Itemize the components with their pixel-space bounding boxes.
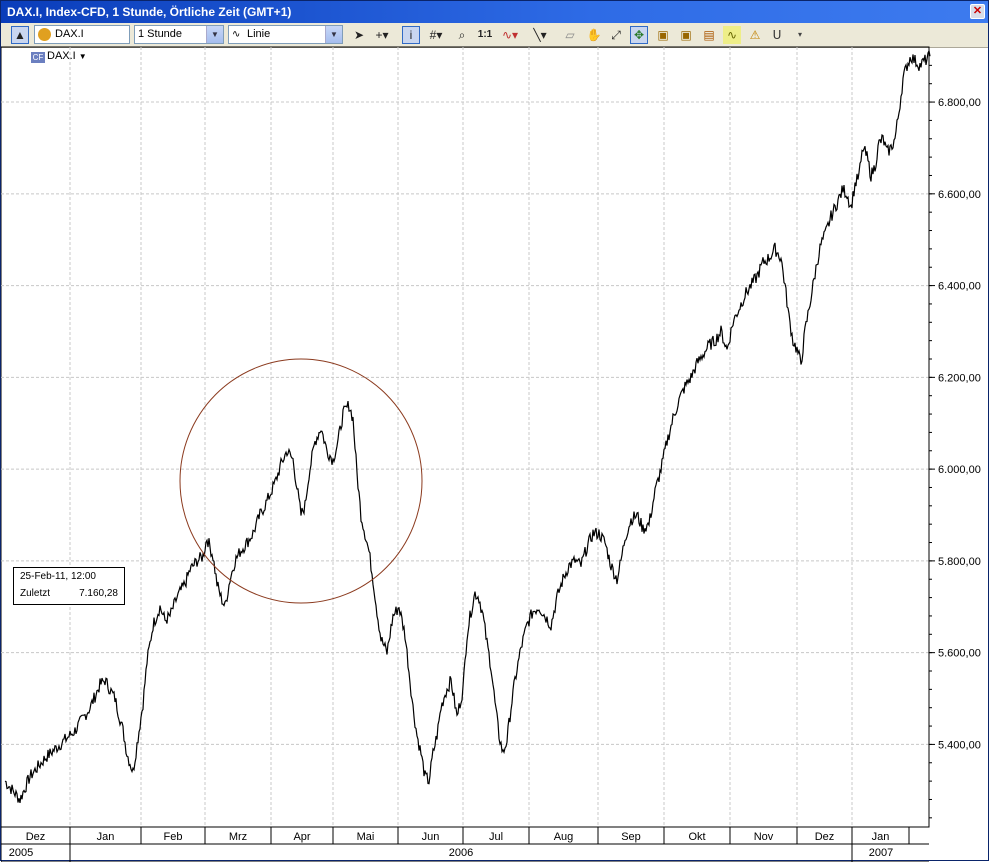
x-tick-label: Apr bbox=[293, 831, 310, 843]
x-tick-label: Mrz bbox=[229, 831, 247, 843]
x-tick-label: Dez bbox=[815, 831, 835, 843]
x-tick-label: Sep bbox=[621, 831, 641, 843]
y-tick-label: 6.600,00 bbox=[938, 189, 981, 201]
plot-area bbox=[1, 46, 930, 828]
x-tick-label: Mai bbox=[357, 831, 375, 843]
year-label: 2007 bbox=[869, 847, 893, 859]
x-tick-label: Jan bbox=[97, 831, 115, 843]
chart-window: DAX.I, Index-CFD, 1 Stunde, Örtliche Zei… bbox=[0, 0, 989, 862]
y-tick-label: 5.800,00 bbox=[938, 556, 981, 568]
year-label: 2005 bbox=[9, 847, 33, 859]
tooltip-label: Zuletzt bbox=[20, 588, 51, 599]
y-tick-label: 6.200,00 bbox=[938, 372, 981, 384]
tooltip-value: 7.160,28 bbox=[79, 588, 118, 599]
tooltip-date: 25-Feb-11, 12:00 bbox=[20, 571, 96, 582]
year-label: 2006 bbox=[449, 847, 473, 859]
annotation-circle[interactable] bbox=[179, 358, 423, 604]
x-tick-label: Dez bbox=[26, 831, 46, 843]
x-tick-label: Jun bbox=[422, 831, 440, 843]
x-tick-label: Feb bbox=[164, 831, 183, 843]
x-tick-label: Okt bbox=[688, 831, 705, 843]
y-tick-label: 6.400,00 bbox=[938, 281, 981, 293]
x-tick-label: Jul bbox=[489, 831, 503, 843]
data-tooltip: 25-Feb-11, 12:00 Zuletzt 7.160,28 bbox=[13, 567, 125, 605]
x-tick-label: Aug bbox=[554, 831, 574, 843]
y-tick-label: 5.600,00 bbox=[938, 648, 981, 660]
y-tick-label: 6.800,00 bbox=[938, 97, 981, 109]
price-chart[interactable]: 5.400,00 5.600,00 5.800,00 6.000,00 6.200,00… bbox=[1, 1, 989, 862]
y-tick-label: 6.000,00 bbox=[938, 464, 981, 476]
x-tick-label: Jan bbox=[872, 831, 890, 843]
x-tick-label: Nov bbox=[754, 831, 774, 843]
price-line bbox=[4, 49, 931, 804]
y-tick-label: 5.400,00 bbox=[938, 739, 981, 751]
